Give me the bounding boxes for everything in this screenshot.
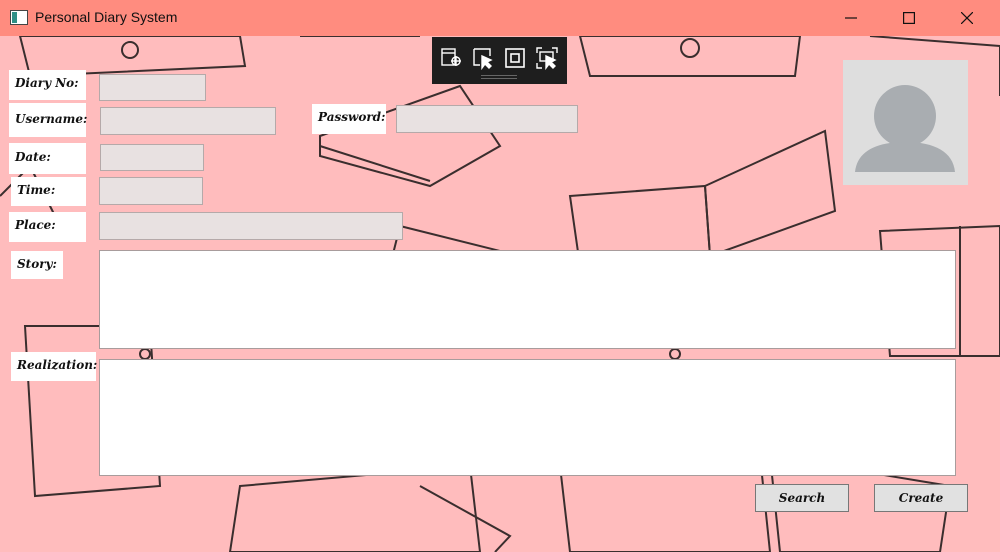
- place-label: Place:: [9, 212, 86, 242]
- maximize-icon: [903, 12, 915, 24]
- time-label: Time:: [11, 177, 86, 206]
- date-label: Date:: [9, 143, 86, 174]
- profile-photo[interactable]: [843, 60, 968, 185]
- diary-no-input[interactable]: [99, 74, 206, 101]
- time-input[interactable]: [99, 177, 203, 205]
- window-title: Personal Diary System: [35, 9, 178, 25]
- place-input[interactable]: [99, 212, 403, 240]
- user-silhouette-icon: [855, 85, 955, 172]
- display-layout-adorners-icon[interactable]: [503, 46, 527, 70]
- close-icon: [961, 12, 973, 24]
- story-textarea[interactable]: [99, 250, 956, 349]
- username-label: Username:: [9, 103, 87, 137]
- title-bar: Personal Diary System: [0, 0, 1000, 36]
- search-button[interactable]: Search: [755, 484, 849, 512]
- live-visual-tree-icon[interactable]: [440, 46, 464, 70]
- username-input[interactable]: [100, 107, 276, 135]
- close-button[interactable]: [938, 0, 996, 36]
- date-input[interactable]: [100, 144, 204, 171]
- create-button[interactable]: Create: [874, 484, 968, 512]
- app-icon: [10, 10, 28, 25]
- minimize-icon: [845, 17, 857, 19]
- password-label: Password:: [312, 104, 386, 134]
- realization-label: Realization:: [11, 352, 97, 381]
- minimize-button[interactable]: [822, 0, 880, 36]
- select-element-icon[interactable]: [471, 46, 495, 70]
- track-focused-element-icon[interactable]: [535, 46, 559, 70]
- maximize-button[interactable]: [880, 0, 938, 36]
- realization-textarea[interactable]: [99, 359, 956, 476]
- password-input[interactable]: [396, 105, 578, 133]
- story-label: Story:: [11, 251, 63, 279]
- diary-no-label: Diary No:: [9, 70, 86, 100]
- xaml-debug-toolbar: [432, 37, 567, 84]
- toolbar-grip[interactable]: [481, 75, 517, 79]
